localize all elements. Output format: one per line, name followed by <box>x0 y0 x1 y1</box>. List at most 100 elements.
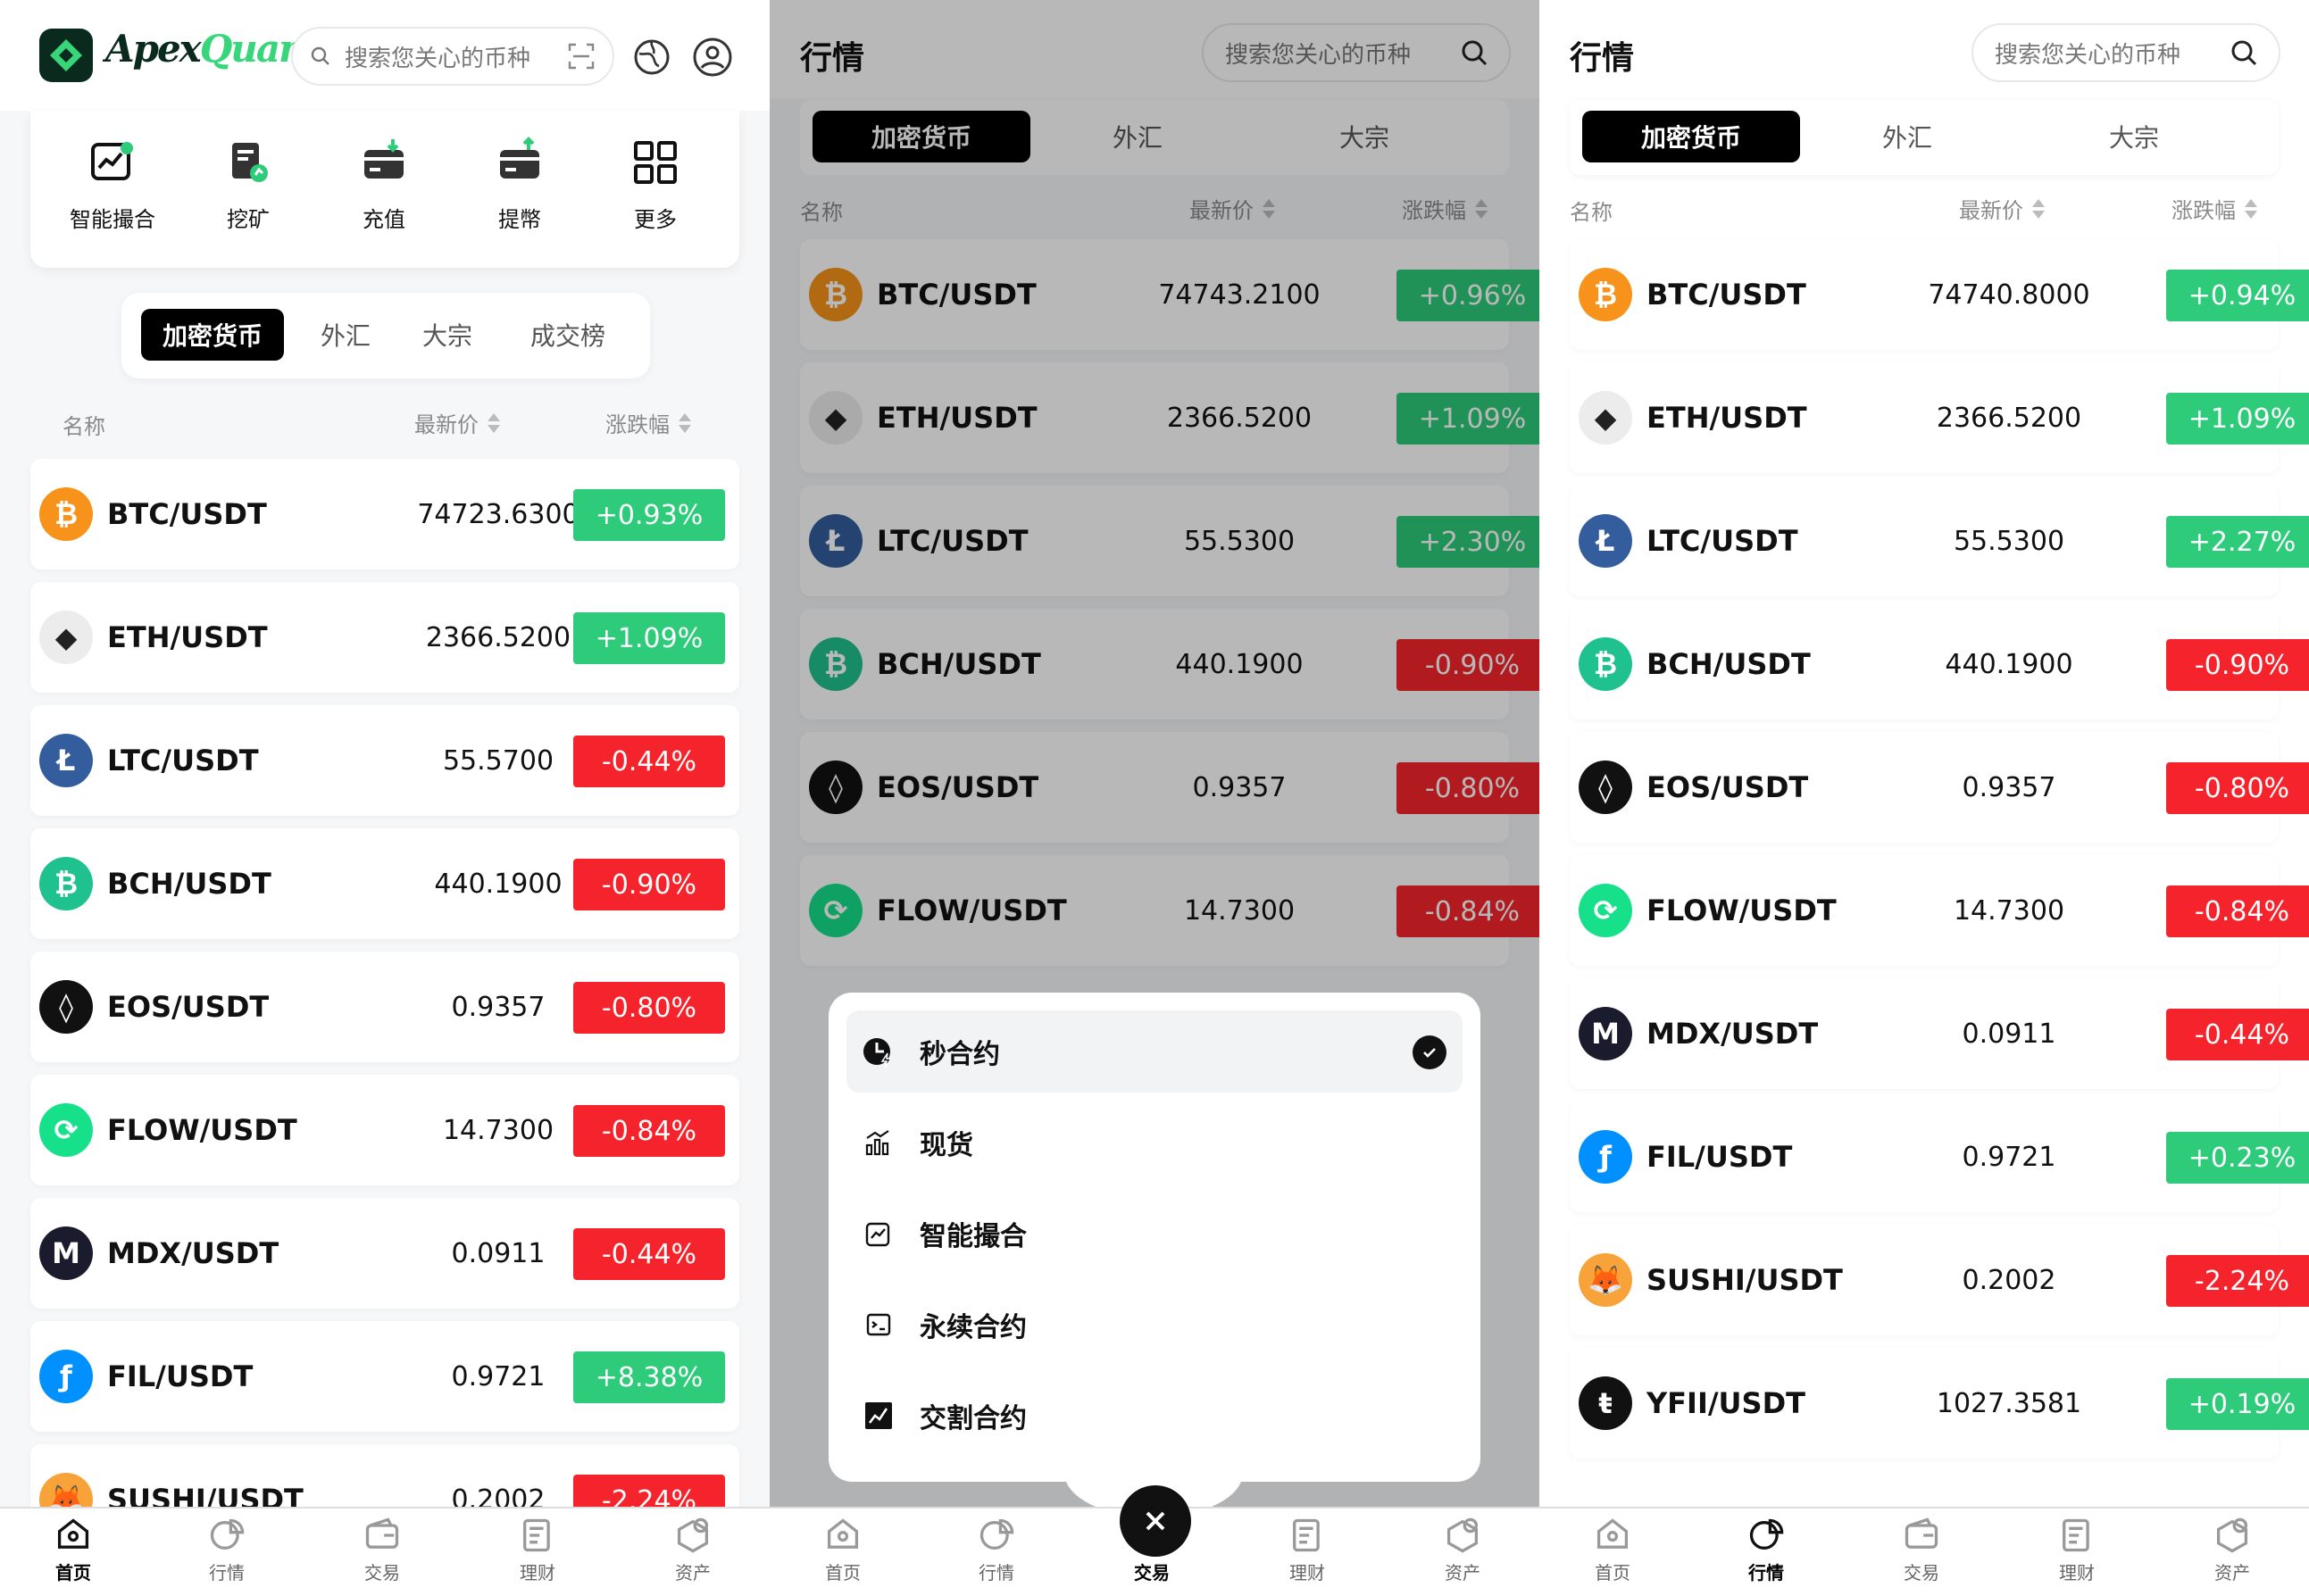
quick-item-smart-match[interactable]: 智能撮合 <box>59 136 166 233</box>
language-globe-icon[interactable] <box>629 34 675 80</box>
market-row-eos[interactable]: ◊ EOS/USDT 0.9357 -0.80% <box>1570 732 2309 843</box>
last-price: 0.0911 <box>1962 1018 2056 1050</box>
change-badge: -0.44% <box>573 736 725 787</box>
market-row-eos[interactable]: ◊ EOS/USDT 0.9357 -0.80% <box>30 952 739 1062</box>
nav-item-assets-cube[interactable]: 资产 <box>2179 1516 2286 1584</box>
tab-forex[interactable]: 外汇 <box>305 309 386 361</box>
market-row-mdx[interactable]: M MDX/USDT 0.0911 -0.44% <box>30 1198 739 1309</box>
column-price-label: 最新价 <box>1959 198 2023 223</box>
quick-item-label: 挖矿 <box>227 207 270 232</box>
nav-item-market-chart[interactable]: 行情 <box>173 1516 280 1584</box>
nav-label: 行情 <box>1748 1562 1784 1584</box>
nav-label: 首页 <box>825 1562 861 1584</box>
quick-item-more[interactable]: 更多 <box>602 136 709 233</box>
search-input[interactable]: 搜索您关心的币种 <box>291 27 614 86</box>
change-badge: -0.80% <box>2166 762 2309 814</box>
menu-item-spot[interactable]: 现货 <box>846 1101 1463 1184</box>
tab-ranking[interactable]: 成交榜 <box>514 309 621 361</box>
market-row-eth[interactable]: ◆ ETH/USDT 2366.5200 +1.09% <box>1570 362 2309 473</box>
market-row-btc[interactable]: ₿ BTC/USDT 74740.8000 +0.94% <box>1570 239 2309 350</box>
quick-item-mining[interactable]: 挖矿 <box>195 136 302 233</box>
ltc-coin-icon: Ł <box>1579 514 1632 568</box>
search-input[interactable]: 搜索您关心的币种 <box>1971 23 2280 82</box>
eth-coin-icon: ◆ <box>1579 391 1632 445</box>
column-price-header[interactable]: 最新价 <box>414 407 500 438</box>
market-row-fil[interactable]: ƒ FIL/USDT 0.9721 +8.38% <box>30 1321 739 1432</box>
btc-coin-icon: ₿ <box>1579 268 1632 321</box>
sort-icon <box>679 411 691 435</box>
finance-doc-icon <box>1293 1518 1320 1552</box>
eos-coin-icon: ◊ <box>39 980 93 1034</box>
home-screen: ApexQuant 搜索您关心的币种 智能撮合 挖矿 充值 提幣 更多 加密货币… <box>0 0 770 1596</box>
tab-commodity[interactable]: 大宗 <box>2063 111 2205 162</box>
market-row-flow[interactable]: ⟳ FLOW/USDT 14.7300 -0.84% <box>30 1075 739 1185</box>
nav-item-assets-cube[interactable]: 资产 <box>1409 1516 1516 1584</box>
quick-item-deposit[interactable]: 充值 <box>330 136 438 233</box>
nav-item-market-chart[interactable]: 行情 <box>943 1516 1050 1584</box>
change-badge: -0.80% <box>573 982 725 1034</box>
last-price: 0.9721 <box>1962 1141 2056 1173</box>
pair-name: MDX/USDT <box>107 1236 279 1270</box>
flow-coin-icon: ⟳ <box>1579 884 1632 937</box>
column-name-header: 名称 <box>63 414 105 439</box>
pair-name: ETH/USDT <box>107 620 268 654</box>
market-row-bch[interactable]: ₿ BCH/USDT 440.1900 -0.90% <box>30 828 739 939</box>
tab-commodity[interactable]: 大宗 <box>407 309 488 361</box>
nav-label: 交易 <box>364 1562 400 1584</box>
column-change-header[interactable]: 涨跌幅 <box>2171 193 2257 224</box>
market-row-mdx[interactable]: M MDX/USDT 0.0911 -0.44% <box>1570 978 2309 1089</box>
search-placeholder: 搜索您关心的币种 <box>345 45 531 72</box>
nav-item-market-chart[interactable]: 行情 <box>1713 1516 1820 1584</box>
home-icon <box>57 1518 89 1549</box>
home-icon <box>1596 1518 1629 1549</box>
apexquant-logo-icon <box>39 29 93 82</box>
fil-coin-icon: ƒ <box>39 1350 93 1403</box>
market-row-sushi[interactable]: 🦊 SUSHI/USDT 0.2002 -2.24% <box>1570 1225 2309 1335</box>
pair-name: FLOW/USDT <box>107 1113 297 1147</box>
menu-item-label: 交割合约 <box>920 1403 1027 1434</box>
market-row-yfii[interactable]: ŧ YFII/USDT 1027.3581 +0.19% <box>1570 1348 2309 1459</box>
menu-item-second-contract[interactable]: 秒合约 <box>846 1010 1463 1093</box>
nav-item-finance-doc[interactable]: 理财 <box>2023 1516 2130 1584</box>
market-row-ltc[interactable]: Ł LTC/USDT 55.5700 -0.44% <box>30 705 739 816</box>
market-row-flow[interactable]: ⟳ FLOW/USDT 14.7300 -0.84% <box>1570 855 2309 966</box>
market-row-eth[interactable]: ◆ ETH/USDT 2366.5200 +1.09% <box>30 582 739 693</box>
menu-item-label: 现货 <box>920 1130 973 1161</box>
tab-forex[interactable]: 外汇 <box>1836 111 1979 162</box>
close-menu-button[interactable] <box>1120 1485 1191 1557</box>
nav-label: 交易 <box>1904 1562 1939 1584</box>
pair-name: FIL/USDT <box>1646 1140 1793 1174</box>
nav-item-finance-doc[interactable]: 理财 <box>484 1516 591 1584</box>
nav-item-home[interactable]: 首页 <box>789 1516 896 1584</box>
column-name-header: 名称 <box>1570 200 1613 225</box>
nav-item-home[interactable]: 首页 <box>20 1516 127 1584</box>
assets-cube-icon <box>2216 1517 2248 1553</box>
scan-icon[interactable] <box>566 41 596 71</box>
menu-item-perpetual[interactable]: 永续合约 <box>846 1284 1463 1366</box>
quick-item-label: 智能撮合 <box>70 207 155 232</box>
column-change-header[interactable]: 涨跌幅 <box>605 407 691 438</box>
market-row-ltc[interactable]: Ł LTC/USDT 55.5300 +2.27% <box>1570 486 2309 596</box>
nav-item-assets-cube[interactable]: 资产 <box>639 1516 746 1584</box>
market-row-btc[interactable]: ₿ BTC/USDT 74723.6300 +0.93% <box>30 459 739 569</box>
grid-icon <box>634 141 677 184</box>
pair-name: LTC/USDT <box>107 744 259 777</box>
finance-doc-icon <box>2063 1518 2089 1552</box>
menu-item-label: 秒合约 <box>920 1039 1000 1070</box>
market-row-bch[interactable]: ₿ BCH/USDT 440.1900 -0.90% <box>1570 609 2309 719</box>
change-badge: -0.84% <box>573 1105 725 1157</box>
search-placeholder: 搜索您关心的币种 <box>1995 41 2181 69</box>
menu-item-smart-match[interactable]: 智能撮合 <box>846 1193 1463 1275</box>
nav-item-wallet[interactable]: 交易 <box>329 1516 436 1584</box>
column-price-header[interactable]: 最新价 <box>1959 193 2045 224</box>
nav-item-wallet[interactable]: 交易 <box>1868 1516 1975 1584</box>
nav-item-home[interactable]: 首页 <box>1559 1516 1666 1584</box>
quick-item-withdraw[interactable]: 提幣 <box>466 136 573 233</box>
deposit-icon <box>364 139 404 179</box>
nav-item-finance-doc[interactable]: 理财 <box>1254 1516 1361 1584</box>
withdraw-icon <box>500 137 539 179</box>
user-profile-icon[interactable] <box>689 34 736 80</box>
tab-crypto[interactable]: 加密货币 <box>141 309 284 361</box>
tab-crypto[interactable]: 加密货币 <box>1582 111 1800 162</box>
market-row-fil[interactable]: ƒ FIL/USDT 0.9721 +0.23% <box>1570 1101 2309 1212</box>
